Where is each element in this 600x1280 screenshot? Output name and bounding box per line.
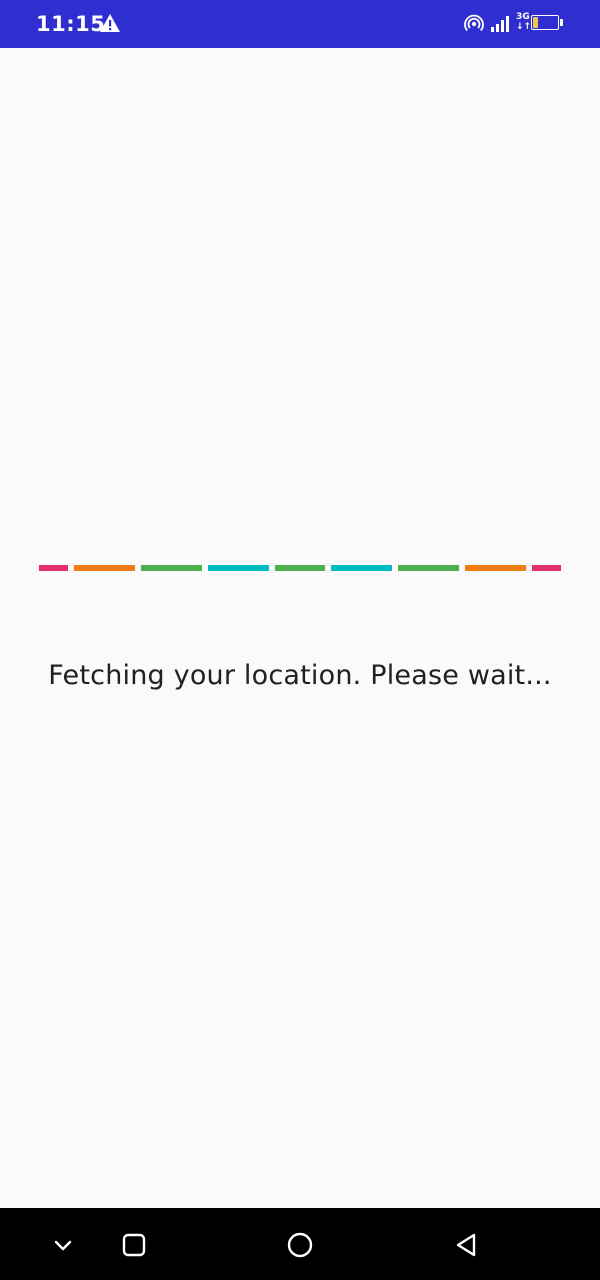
status-time: 11:15 [36,12,106,36]
loader-segment [331,565,392,571]
loader-segment [141,565,202,571]
warning-icon [100,14,120,32]
battery-level: 19 [537,16,553,29]
screen: 11:15 3G ↓↑ 19 Fetching your location. P… [0,0,600,1280]
loader-segment [208,565,269,571]
network-type-label: 3G [516,12,530,22]
status-bar: 11:15 3G ↓↑ 19 [0,0,600,48]
loader-segment [532,565,561,571]
chevron-down-icon[interactable] [48,1230,78,1260]
battery-cap [560,19,563,26]
loader-segment [398,565,459,571]
loader-segment [74,565,135,571]
back-icon[interactable] [451,1230,481,1260]
network-type-indicator: 3G ↓↑ [516,12,532,34]
home-icon[interactable] [285,1230,315,1260]
battery-icon: 19 [531,15,565,32]
network-activity-arrows: ↓↑ [516,22,532,32]
loading-message: Fetching your location. Please wait... [48,660,552,691]
navigation-bar [0,1208,600,1280]
hotspot-icon [464,14,484,32]
loader-segment [275,565,325,571]
loading-progress-bar [39,565,561,571]
loader-segment [465,565,526,571]
loader-segment [39,565,68,571]
recents-icon[interactable] [119,1230,149,1260]
signal-icon [491,16,509,32]
